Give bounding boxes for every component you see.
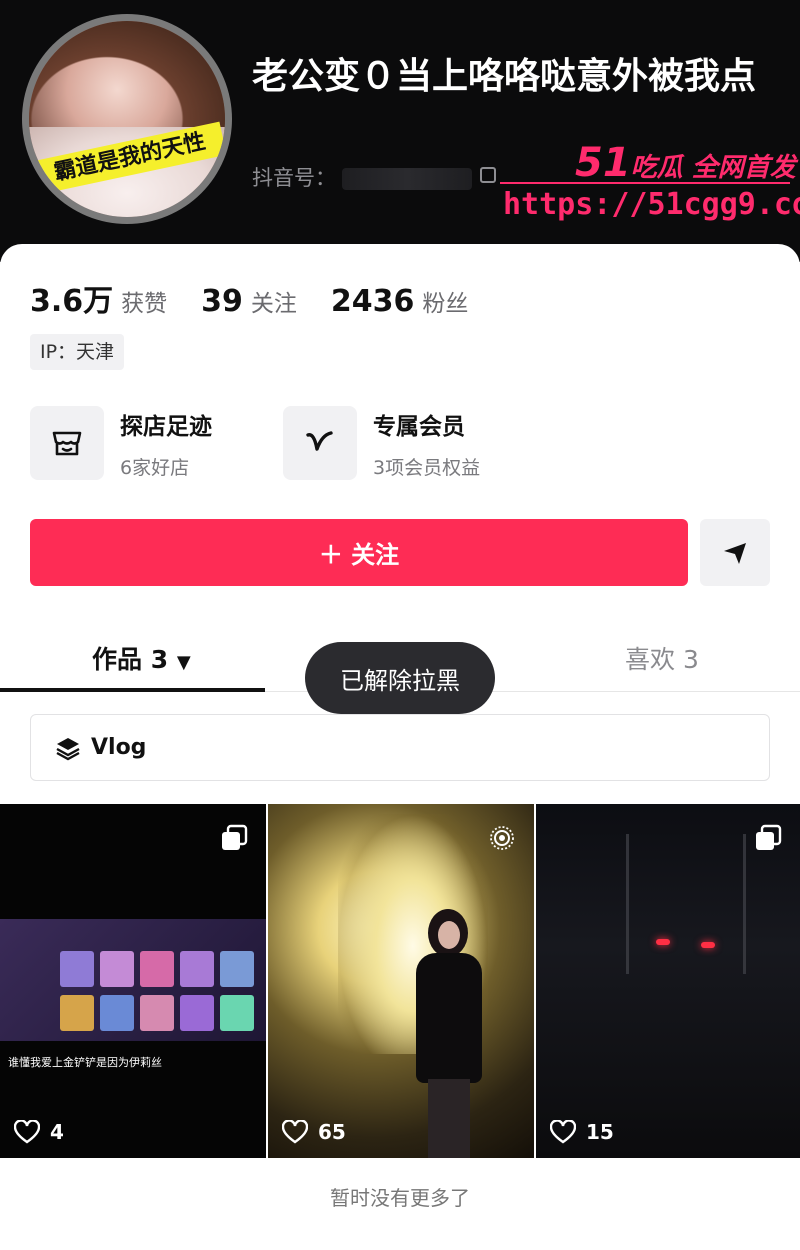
feature-title: 专属会员 <box>373 413 465 440</box>
douyin-id-label: 抖音号： <box>252 166 336 190</box>
profile-header: 霸道是我的天性 老公变０当上咯咯哒意外被我点 抖音号： 51吃瓜 全网首发 ht… <box>0 0 800 262</box>
video-likes-count: 15 <box>586 1120 614 1144</box>
video-likes: 4 <box>14 1120 64 1144</box>
stat-label: 关注 <box>250 291 297 317</box>
game-card <box>140 995 174 1031</box>
profile-name: 老公变０当上咯咯哒意外被我点 <box>252 56 757 97</box>
stat-label: 获赞 <box>121 291 168 317</box>
avatar[interactable]: 霸道是我的天性 <box>22 14 232 224</box>
avatar-image: 霸道是我的天性 <box>29 21 225 217</box>
watermark-line <box>500 182 790 184</box>
video-likes: 65 <box>282 1120 346 1144</box>
game-card <box>140 951 174 987</box>
video-thumb[interactable]: 谁懂我爱上金铲铲是因为伊莉丝 4 <box>0 804 266 1158</box>
watermark-number: 51 <box>575 140 631 186</box>
tab-works-label: 作品 3 <box>92 645 169 674</box>
multi-image-icon <box>222 824 248 850</box>
game-card <box>60 995 94 1031</box>
car-taillight <box>656 939 670 945</box>
video-likes: 15 <box>550 1120 614 1144</box>
video-grid: 谁懂我爱上金铲铲是因为伊莉丝 4 65 15 <box>0 804 800 1158</box>
subject-legs <box>428 1079 470 1158</box>
feature-title: 探店足迹 <box>120 413 212 440</box>
douyin-id: 抖音号： <box>252 162 472 192</box>
game-card <box>100 995 134 1031</box>
stat-value: 2436 <box>330 284 415 319</box>
copy-icon[interactable] <box>480 167 496 183</box>
stat-value: 39 <box>201 284 243 319</box>
photo-subject <box>398 909 488 1158</box>
video-thumb[interactable]: 65 <box>268 804 534 1158</box>
ip-location-tag: IP：天津 <box>30 334 125 370</box>
feature-membership[interactable]: 专属会员 3项会员权益 <box>283 406 480 480</box>
tab-works[interactable]: 作品 3 ▼ <box>92 640 191 676</box>
subject-face <box>438 921 460 949</box>
game-screenshot <box>0 919 266 1041</box>
toast-message: 已解除拉黑 <box>305 642 495 714</box>
vip-v-icon <box>283 406 357 480</box>
store-icon <box>30 406 104 480</box>
follow-button[interactable]: ＋ 关注 <box>30 519 688 586</box>
stat-likes[interactable]: 3.6万 获赞 <box>30 276 167 320</box>
collection-vlog[interactable]: Vlog <box>30 714 770 781</box>
game-card <box>180 995 214 1031</box>
game-card <box>60 951 94 987</box>
feature-subtitle: 6家好店 <box>120 456 190 479</box>
no-more-content-note: 暂时没有更多了 <box>330 1186 470 1210</box>
feature-store-visits[interactable]: 探店足迹 6家好店 <box>30 406 212 480</box>
feature-subtitle: 3项会员权益 <box>373 456 481 479</box>
heart-icon <box>14 1120 40 1144</box>
douyin-id-redacted <box>342 168 472 190</box>
game-card <box>220 995 254 1031</box>
game-card <box>100 951 134 987</box>
watermark-brand: 51吃瓜 全网首发 <box>575 140 796 186</box>
video-caption: 谁懂我爱上金铲铲是因为伊莉丝 <box>8 1056 162 1069</box>
stats-row: 3.6万 获赞 39 关注 2436 粉丝 <box>30 276 468 320</box>
game-card <box>220 951 254 987</box>
stat-label: 粉丝 <box>422 291 469 317</box>
collection-label: Vlog <box>91 735 147 760</box>
profile-card: 3.6万 获赞 39 关注 2436 粉丝 IP：天津 探店足迹 6家好店 专属会员 … <box>0 244 800 1250</box>
watermark-url: https://51cgg9.com <box>503 187 800 222</box>
tab-likes[interactable]: 喜欢 3 <box>625 640 699 676</box>
video-likes-count: 4 <box>50 1120 64 1144</box>
stat-value: 3.6万 <box>30 284 114 319</box>
layers-icon <box>56 737 80 760</box>
car-taillight <box>701 942 715 948</box>
video-likes-count: 65 <box>318 1120 346 1144</box>
send-message-button[interactable] <box>700 519 770 586</box>
heart-icon <box>550 1120 576 1144</box>
live-photo-icon <box>490 826 514 850</box>
stat-followers[interactable]: 2436 粉丝 <box>331 284 469 319</box>
active-tab-indicator <box>0 688 265 692</box>
bridge-silhouette <box>626 834 746 974</box>
watermark-text: 吃瓜 全网首发 <box>630 153 796 183</box>
multi-image-icon <box>756 824 782 850</box>
paper-plane-icon <box>724 542 746 564</box>
video-thumb[interactable]: 15 <box>536 804 800 1158</box>
subject-dress <box>416 953 482 1083</box>
heart-icon <box>282 1120 308 1144</box>
stat-following[interactable]: 39 关注 <box>201 284 297 319</box>
dropdown-caret-icon: ▼ <box>176 652 191 673</box>
game-card <box>180 951 214 987</box>
avatar-hair <box>29 21 225 131</box>
